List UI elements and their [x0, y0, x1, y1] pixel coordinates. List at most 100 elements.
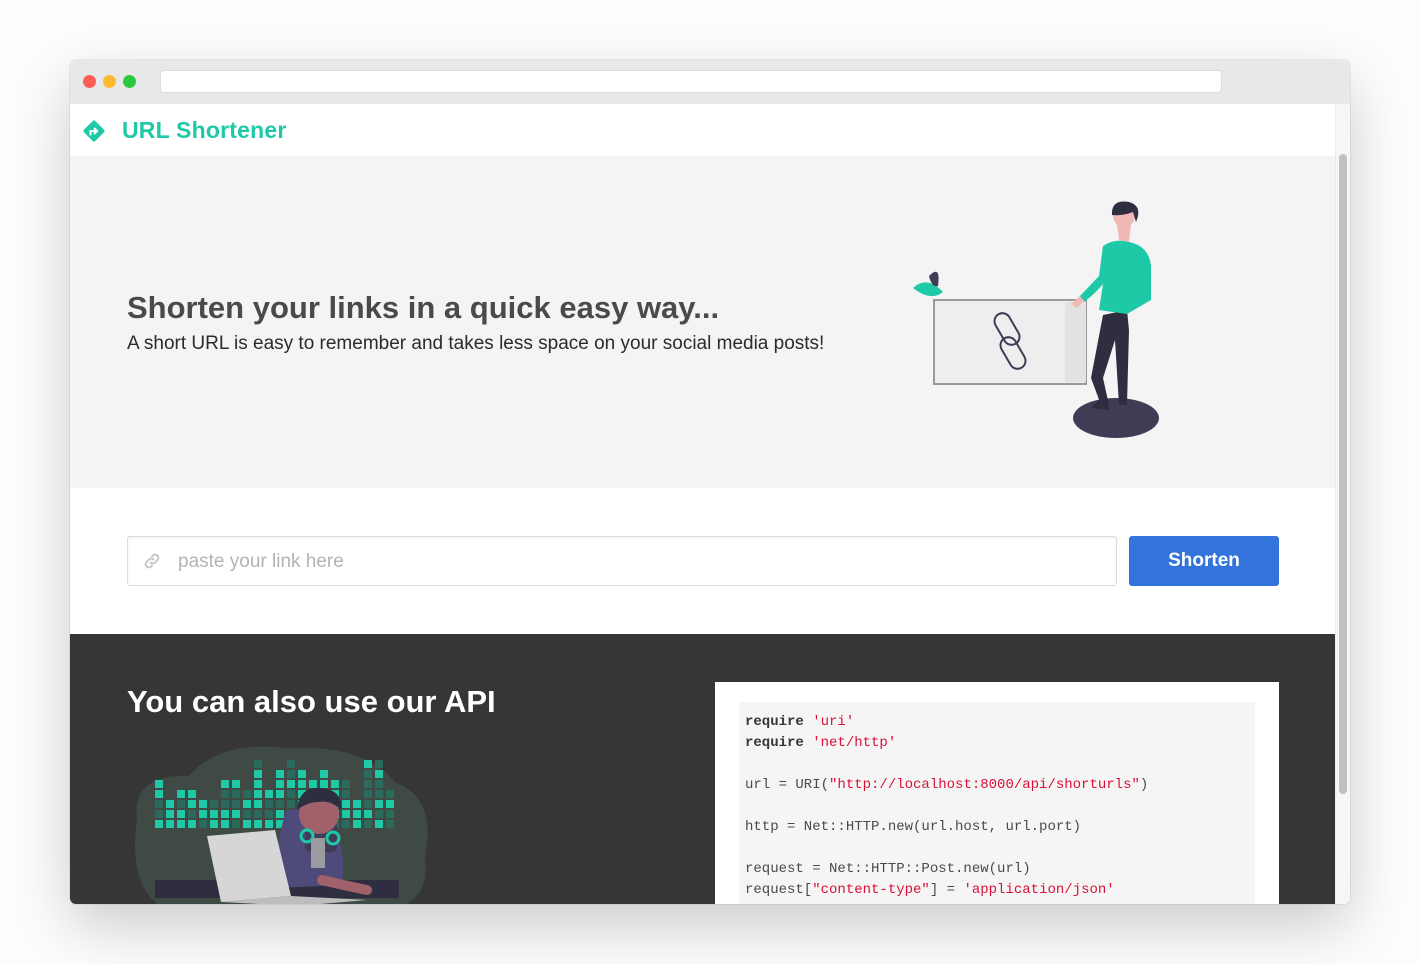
minimize-window-button[interactable]	[103, 75, 116, 88]
brand-title[interactable]: URL Shortener	[122, 117, 286, 144]
matrix-cell	[342, 800, 350, 808]
matrix-cell	[210, 810, 218, 818]
code-string: "http://localhost:8000/api/shorturls"	[829, 777, 1140, 793]
matrix-cell	[342, 820, 350, 828]
matrix-cell	[364, 790, 372, 798]
matrix-cell	[386, 800, 394, 808]
matrix-cell	[243, 810, 251, 818]
shorten-section: Shorten	[70, 488, 1335, 634]
matrix-cell	[375, 800, 383, 808]
matrix-cell	[188, 800, 196, 808]
matrix-cell	[243, 820, 251, 828]
matrix-cell	[232, 790, 240, 798]
diamond-turn-right-icon[interactable]	[82, 119, 106, 143]
api-section: You can also use our API require 'uri' re…	[70, 634, 1335, 904]
matrix-cell	[364, 770, 372, 778]
matrix-cell	[353, 800, 361, 808]
hero-subtitle: A short URL is easy to remember and take…	[127, 333, 825, 354]
shorten-button[interactable]: Shorten	[1129, 536, 1279, 586]
matrix-cell	[199, 800, 207, 808]
matrix-cell	[287, 790, 295, 798]
code-line: require 'net/http'	[745, 733, 1249, 754]
matrix-cell	[155, 810, 163, 818]
matrix-cell	[276, 810, 284, 818]
matrix-cell	[188, 810, 196, 818]
matrix-cell	[375, 810, 383, 818]
scrollbar-thumb[interactable]	[1339, 154, 1347, 794]
maximize-window-button[interactable]	[123, 75, 136, 88]
matrix-cell	[254, 780, 262, 788]
matrix-cell	[298, 780, 306, 788]
matrix-cell	[276, 790, 284, 798]
code-string: 'uri'	[812, 714, 855, 730]
matrix-cell	[210, 800, 218, 808]
matrix-cell	[254, 760, 262, 768]
matrix-cell	[386, 820, 394, 828]
matrix-cell	[276, 800, 284, 808]
code-text: request[	[745, 882, 813, 898]
code-keyword: require	[745, 714, 804, 730]
matrix-cell	[232, 800, 240, 808]
matrix-cell	[254, 810, 262, 818]
matrix-cell	[386, 810, 394, 818]
matrix-cell	[221, 810, 229, 818]
link-input-wrapper[interactable]	[127, 536, 1117, 587]
matrix-cell	[287, 780, 295, 788]
matrix-cell	[364, 820, 372, 828]
vertical-scrollbar[interactable]	[1335, 104, 1350, 904]
matrix-cell	[254, 790, 262, 798]
matrix-cell	[287, 770, 295, 778]
matrix-cell	[254, 820, 262, 828]
matrix-cell	[221, 790, 229, 798]
hero-illustration	[913, 201, 1159, 438]
code-line: request["content-type"] = 'application/j…	[745, 880, 1249, 901]
code-keyword: require	[745, 735, 804, 751]
address-bar[interactable]	[160, 70, 1222, 93]
code-text: url = URI(	[745, 777, 830, 793]
matrix-cell	[320, 770, 328, 778]
code-string: "content-type"	[812, 882, 930, 898]
matrix-cell	[353, 820, 361, 828]
browser-window: URL Shortener Shorten your links in a qu…	[70, 60, 1350, 904]
matrix-cell	[155, 820, 163, 828]
link-input[interactable]	[176, 537, 1110, 587]
matrix-cell	[243, 800, 251, 808]
matrix-cell	[166, 820, 174, 828]
matrix-cell	[177, 790, 185, 798]
matrix-cell	[254, 800, 262, 808]
matrix-cell	[364, 780, 372, 788]
code-line: http = Net::HTTP.new(url.host, url.port)	[745, 817, 1249, 838]
code-text: )	[1139, 777, 1149, 793]
matrix-cell	[188, 820, 196, 828]
code-text: request = Net::HTTP::Post.new(url)	[745, 861, 1031, 877]
matrix-cell	[188, 790, 196, 798]
matrix-cell	[276, 770, 284, 778]
matrix-cell	[364, 760, 372, 768]
matrix-cell	[375, 770, 383, 778]
matrix-cell	[375, 760, 383, 768]
matrix-cell	[243, 790, 251, 798]
hero-section: Shorten your links in a quick easy way..…	[70, 156, 1335, 488]
matrix-cell	[320, 780, 328, 788]
matrix-cell	[375, 820, 383, 828]
matrix-cell	[331, 780, 339, 788]
matrix-cell	[386, 790, 394, 798]
code-line: require 'uri'	[745, 712, 1249, 733]
matrix-cell	[364, 810, 372, 818]
close-window-button[interactable]	[83, 75, 96, 88]
matrix-cell	[342, 790, 350, 798]
hero-title: Shorten your links in a quick easy way..…	[127, 290, 720, 325]
matrix-cell	[155, 780, 163, 788]
matrix-cell	[210, 820, 218, 828]
matrix-cell	[265, 800, 273, 808]
matrix-cell	[342, 780, 350, 788]
ruby-code-snippet[interactable]: require 'uri' require 'net/http' url = URI…	[739, 702, 1255, 904]
api-title: You can also use our API	[127, 684, 496, 719]
matrix-cell	[364, 800, 372, 808]
matrix-cell	[254, 770, 262, 778]
page-viewport: URL Shortener Shorten your links in a qu…	[70, 104, 1335, 904]
matrix-cell	[199, 820, 207, 828]
